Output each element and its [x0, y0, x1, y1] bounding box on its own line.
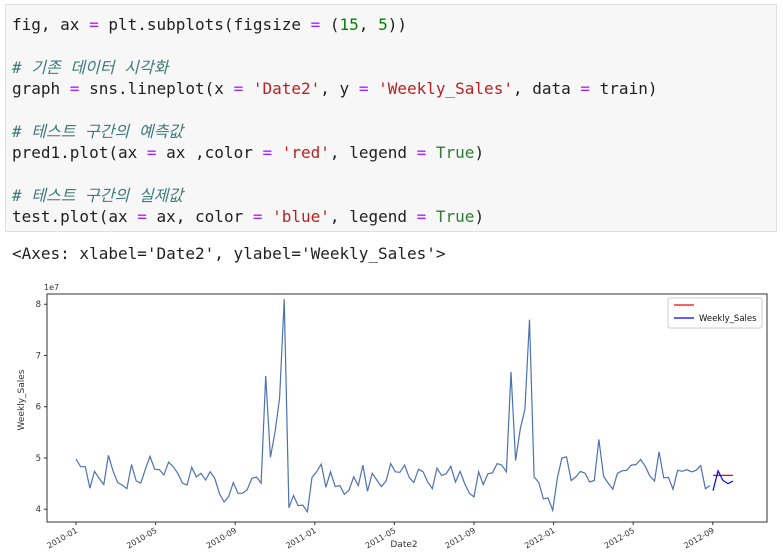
code-comment-2: # 테스트 구간의 예측값	[12, 122, 184, 141]
code-line-2: graph = sns.lineplot(x = 'Date2', y = 'W…	[12, 79, 657, 99]
code-token: pred1.plot(ax	[12, 143, 147, 162]
code-comment-3: # 테스트 구간의 실제값	[12, 186, 184, 205]
code-string: 'Weekly_Sales'	[378, 79, 513, 98]
y-tick-label: 6	[36, 403, 41, 413]
code-token: , y	[320, 79, 359, 98]
x-tick-label: 2011-09	[444, 526, 477, 551]
code-operator: =	[146, 143, 157, 162]
code-token: ax ,color	[156, 143, 263, 162]
x-tick-label: 2010-09	[205, 526, 238, 551]
code-operator: =	[416, 143, 427, 162]
code-token: graph	[12, 79, 70, 98]
code-token: test.plot(ax	[12, 207, 138, 226]
legend-label-blue: Weekly_Sales	[699, 314, 757, 324]
code-operator: =	[580, 79, 591, 98]
code-operator: =	[416, 207, 427, 226]
code-operator: =	[137, 207, 147, 226]
line-chart: 1e7 4 5 6 7 8 2010-01 2010-05 2010-09 2011-01 20…	[17, 283, 768, 550]
legend: Weekly_Sales	[667, 297, 763, 329]
x-tick-label: 2012-09	[682, 526, 715, 551]
code-token: )	[474, 207, 485, 226]
code-line-3: pred1.plot(ax = ax ,color = 'red', legen…	[12, 143, 484, 163]
code-token: ,	[358, 15, 379, 34]
code-string: 'blue'	[272, 207, 330, 226]
code-token: , legend	[329, 143, 417, 162]
code-string: 'red'	[281, 143, 330, 162]
code-token: ax, color	[146, 207, 253, 226]
code-token: )	[474, 143, 485, 162]
code-boolean: True	[435, 143, 475, 162]
code-token: fig, ax	[12, 15, 90, 34]
code-boolean: True	[435, 207, 475, 226]
code-operator: =	[69, 79, 80, 98]
code-token: , data	[512, 79, 581, 98]
code-number: 5	[378, 15, 388, 34]
x-axis-label: Date2	[390, 540, 417, 550]
x-axis: 2010-01 2010-05 2010-09 2011-01 2011-05 2011-…	[46, 522, 716, 550]
code-cell[interactable]: fig, ax = plt.subplots(figsize = (15, 5)…	[5, 4, 777, 232]
code-token: ))	[387, 15, 407, 34]
code-string: 'Date2'	[252, 79, 321, 98]
code-token: sns.lineplot(x	[79, 79, 234, 98]
y-tick-label: 8	[36, 300, 41, 310]
code-operator: =	[233, 79, 244, 98]
plot-area	[46, 293, 768, 523]
y-tick-label: 7	[36, 351, 41, 361]
y-tick-label: 4	[36, 505, 41, 515]
code-operator: =	[358, 79, 369, 98]
cell-output-text: <Axes: xlabel='Date2', ylabel='Weekly_Sa…	[12, 244, 446, 263]
x-tick-label: 2012-05	[603, 526, 636, 551]
code-operator: =	[310, 15, 321, 34]
code-comment-1: # 기존 데이터 시각화	[12, 58, 169, 77]
code-line-1: fig, ax = plt.subplots(figsize = (15, 5)…	[12, 15, 407, 35]
x-tick-label: 2010-01	[46, 526, 79, 551]
code-number: 15	[339, 15, 359, 34]
code-operator: =	[262, 143, 273, 162]
code-line-4: test.plot(ax = ax, color = 'blue', legen…	[12, 207, 484, 227]
code-token: , legend	[329, 207, 417, 226]
code-token: (	[320, 15, 340, 34]
x-tick-label: 2011-01	[284, 526, 317, 551]
x-tick-label: 2012-01	[523, 526, 556, 551]
y-axis-label: Weekly_Sales	[17, 369, 27, 430]
code-token: train)	[590, 79, 658, 98]
y-offset-label: 1e7	[44, 283, 59, 292]
y-tick-label: 5	[36, 454, 41, 464]
y-axis: 4 5 6 7 8	[36, 300, 47, 515]
code-operator: =	[89, 15, 99, 34]
code-token: plt.subplots(figsize	[98, 15, 311, 34]
x-tick-label: 2010-05	[125, 526, 158, 551]
